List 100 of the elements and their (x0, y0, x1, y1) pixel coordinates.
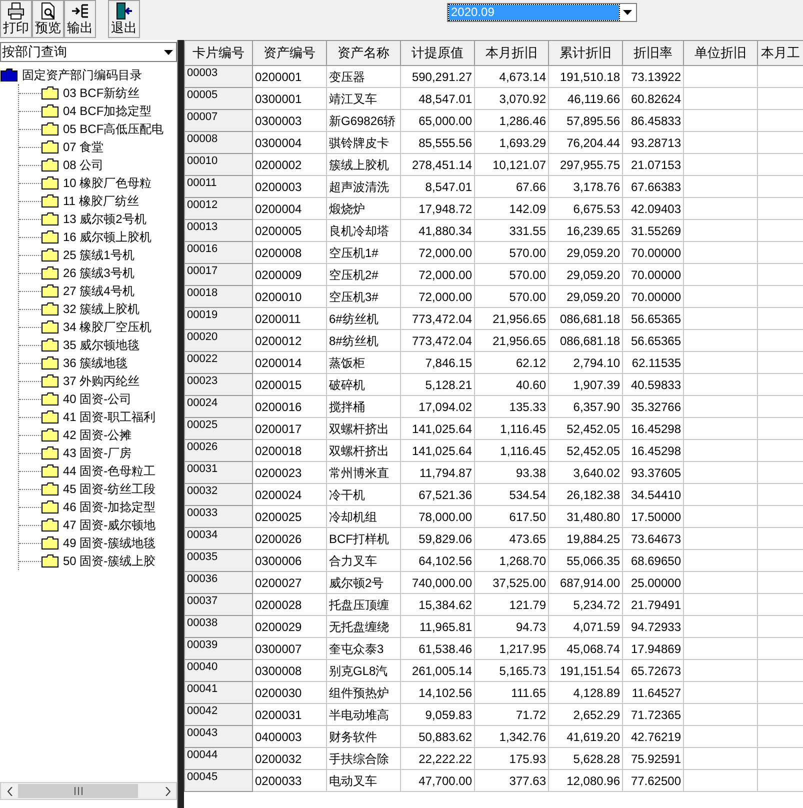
table-cell: 377.63 (474, 770, 548, 792)
row-header-cell[interactable]: 00036 (184, 572, 252, 594)
row-header-cell[interactable]: 00017 (184, 264, 252, 286)
table-cell: 3,640.02 (548, 462, 622, 484)
tree-item[interactable]: 35 威尔顿地毯 (41, 336, 140, 354)
tree-item[interactable]: 34 橡胶厂空压机 (41, 318, 152, 336)
tree-item[interactable]: 43 固资-厂房 (41, 444, 132, 462)
column-header[interactable]: 本月折旧 (474, 40, 548, 66)
row-header-cell[interactable]: 00012 (184, 198, 252, 220)
row-header-cell[interactable]: 00016 (184, 242, 252, 264)
column-header[interactable]: 折旧率 (622, 40, 684, 66)
tree-item[interactable]: 41 固资-职工福利 (41, 408, 156, 426)
row-header-cell[interactable]: 00041 (184, 682, 252, 704)
tree-item[interactable]: 45 固资-纺丝工段 (41, 480, 156, 498)
row-header-cell[interactable]: 00011 (184, 176, 252, 198)
tree-item[interactable]: 32 簇绒上胶机 (41, 300, 140, 318)
column-header[interactable]: 单位折旧 (684, 40, 758, 66)
row-header-cell[interactable]: 00032 (184, 484, 252, 506)
tree-item[interactable]: 37 外购丙纶丝 (41, 372, 140, 390)
column-header[interactable]: 累计折旧 (548, 40, 622, 66)
column-header[interactable]: 本月工 (758, 40, 803, 66)
tree-item[interactable]: 11 橡胶厂纺丝 (41, 192, 139, 210)
tree-item[interactable]: 26 簇绒3号机 (41, 264, 134, 282)
tree-item[interactable]: 固定资产部门编码目录 (0, 66, 177, 84)
table-cell: 31.55269 (622, 220, 684, 242)
row-header-cell[interactable]: 00033 (184, 506, 252, 528)
row-header-cell[interactable]: 00007 (184, 110, 252, 132)
tree-item[interactable]: 47 固资-威尔顿地 (41, 516, 156, 534)
row-header-cell[interactable]: 00019 (184, 308, 252, 330)
table-cell: 0300006 (252, 550, 326, 572)
tree-item[interactable]: 27 簇绒4号机 (41, 282, 134, 300)
tree-item[interactable]: 05 BCF高低压配电 (41, 120, 164, 138)
row-header-cell[interactable]: 00005 (184, 88, 252, 110)
row-header-cell[interactable]: 00035 (184, 550, 252, 572)
table-cell: 0200018 (252, 440, 326, 462)
table-cell: 0200024 (252, 484, 326, 506)
row-header-cell[interactable]: 00008 (184, 132, 252, 154)
tree-item[interactable]: 08 公司 (41, 156, 104, 174)
tree-item[interactable]: 42 固资-公摊 (41, 426, 132, 444)
folder-icon (41, 446, 59, 460)
toolbar-button[interactable]: 打印 (0, 0, 32, 38)
row-header-cell[interactable]: 00013 (184, 220, 252, 242)
row-header-cell[interactable]: 00023 (184, 374, 252, 396)
column-header[interactable]: 资产编号 (252, 40, 326, 66)
tree-item[interactable]: 10 橡胶厂色母粒 (41, 174, 152, 192)
row-header-cell[interactable]: 00040 (184, 660, 252, 682)
toolbar-button[interactable]: 预览 (32, 0, 64, 38)
table-cell: 0200033 (252, 770, 326, 792)
column-header[interactable]: 计提原值 (400, 40, 474, 66)
tree-item[interactable]: 44 固资-色母粒工 (41, 462, 156, 480)
row-header-cell[interactable]: 00042 (184, 704, 252, 726)
table-cell: 常州博米直 (326, 462, 400, 484)
tree-item[interactable]: 36 簇绒地毯 (41, 354, 128, 372)
row-header-cell[interactable]: 00003 (184, 66, 252, 88)
row-header-cell[interactable]: 00045 (184, 770, 252, 792)
tree-item[interactable]: 13 威尔顿2号机 (41, 210, 146, 228)
tree-item[interactable]: 50 固资-簇绒上胶 (41, 552, 156, 570)
table-cell: 0200032 (252, 748, 326, 770)
table-cell: 0300003 (252, 110, 326, 132)
row-header-cell[interactable]: 00034 (184, 528, 252, 550)
tree-item[interactable]: 07 食堂 (41, 138, 104, 156)
row-header-cell[interactable]: 00031 (184, 462, 252, 484)
toolbar-button[interactable]: 输出 (64, 0, 96, 38)
row-header-cell[interactable]: 00024 (184, 396, 252, 418)
table-cell: 0200011 (252, 308, 326, 330)
row-header-cell[interactable]: 00020 (184, 330, 252, 352)
row-header-cell[interactable]: 00044 (184, 748, 252, 770)
column-header[interactable]: 卡片编号 (184, 40, 252, 66)
table-cell: 4,071.59 (548, 616, 622, 638)
scroll-thumb[interactable] (18, 784, 138, 798)
table-cell: 合力叉车 (326, 550, 400, 572)
tree-item[interactable]: 04 BCF加捻定型 (41, 102, 152, 120)
row-header-cell[interactable]: 00025 (184, 418, 252, 440)
row-header-cell[interactable]: 00018 (184, 286, 252, 308)
folder-icon (41, 302, 59, 316)
row-header-cell[interactable]: 00039 (184, 638, 252, 660)
toolbar-button[interactable]: 退出 (108, 0, 140, 38)
row-header-cell[interactable]: 00022 (184, 352, 252, 374)
row-header-cell[interactable]: 00010 (184, 154, 252, 176)
tree-item[interactable]: 40 固资-公司 (41, 390, 132, 408)
table-cell: 570.00 (474, 242, 548, 264)
tree-item[interactable]: 46 固资-加捻定型 (41, 498, 156, 516)
table-cell: 3,178.76 (548, 176, 622, 198)
row-header-cell[interactable]: 00038 (184, 616, 252, 638)
table-cell: 740,000.00 (400, 572, 474, 594)
table-cell: 15,384.62 (400, 594, 474, 616)
table-cell: 0200001 (252, 66, 326, 88)
tree-item[interactable]: 03 BCF新纺丝 (41, 84, 140, 102)
tree-item[interactable]: 16 威尔顿上胶机 (41, 228, 152, 246)
table-cell: 0300001 (252, 88, 326, 110)
query-mode-dropdown[interactable]: 按部门查询 (0, 42, 177, 62)
row-header-cell[interactable]: 00043 (184, 726, 252, 748)
tree-item[interactable]: 49 固资-簇绒地毯 (41, 534, 156, 552)
folder-icon (41, 392, 59, 406)
column-header[interactable]: 资产名称 (326, 40, 400, 66)
row-header-cell[interactable]: 00026 (184, 440, 252, 462)
tree-item[interactable]: 25 簇绒1号机 (41, 246, 134, 264)
row-header-cell[interactable]: 00037 (184, 594, 252, 616)
folder-icon (41, 86, 59, 100)
table-cell: 52,452.05 (548, 440, 622, 462)
